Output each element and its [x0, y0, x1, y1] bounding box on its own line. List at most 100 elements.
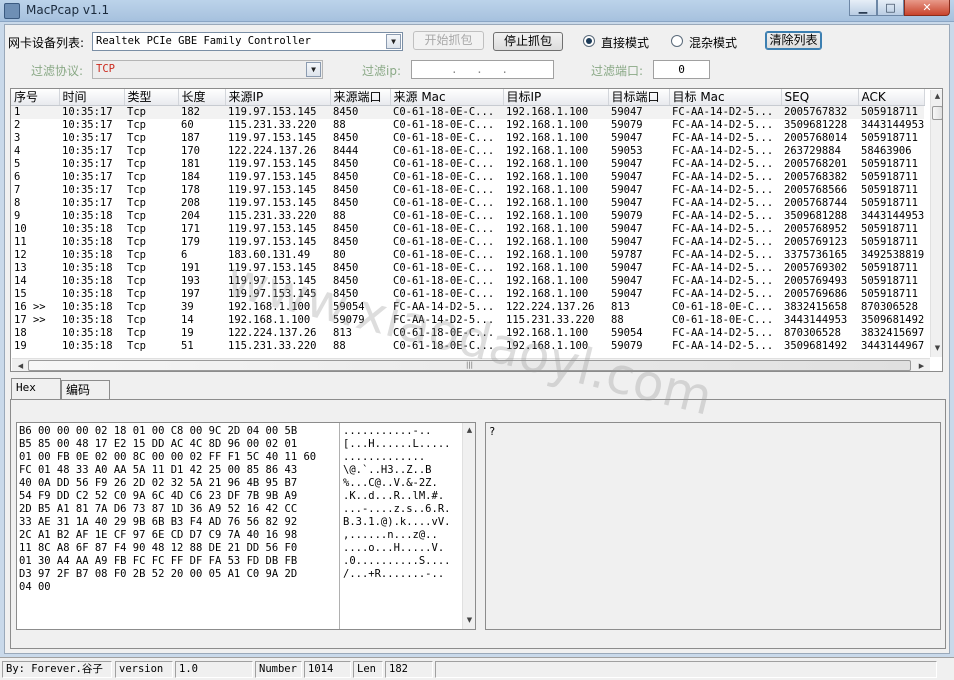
table-row[interactable]: 1 10:35:17 Tcp 182 119.97.153.145 8450 C0-61-1…	[11, 105, 925, 119]
nic-select[interactable]: Realtek PCIe GBE Family Controller ▼	[92, 32, 403, 51]
filter-port-input[interactable]: 0	[653, 60, 710, 79]
direct-mode-label[interactable]: 直接模式	[601, 34, 649, 51]
table-cell: Tcp	[127, 183, 146, 196]
table-cell: 3443144967	[861, 339, 925, 352]
detail-view[interactable]: ?	[485, 422, 941, 630]
column-header[interactable]: 序号	[11, 89, 60, 106]
window-title: MacPcap v1.1	[26, 3, 110, 17]
table-row[interactable]: 12 10:35:18 Tcp 6 183.60.131.49 80 C0-61-18-0E…	[11, 249, 924, 262]
nic-label: 网卡设备列表:	[8, 36, 85, 50]
scroll-up-icon[interactable]: ▲	[931, 92, 942, 100]
table-cell: 115.231.33.220	[228, 209, 317, 222]
table-cell: 88	[611, 313, 624, 326]
chevron-down-icon[interactable]: ▼	[386, 34, 401, 49]
table-cell: 5	[14, 157, 21, 170]
table-cell: 192.168.1.100	[506, 196, 589, 209]
column-header[interactable]: 目标端口	[608, 89, 670, 106]
table-cell: 10:35:18	[62, 248, 113, 261]
chevron-down-icon[interactable]: ▼	[306, 62, 321, 77]
table-row[interactable]: 13 10:35:18 Tcp 191 119.97.153.145 8450 C0-61-…	[11, 262, 924, 275]
table-cell: C0-61-18-0E-C...	[393, 287, 495, 300]
table-row[interactable]: 18 10:35:18 Tcp 19 122.224.137.26 813 C0-61-18…	[11, 327, 924, 340]
table-cell: 10	[14, 222, 27, 235]
scroll-right-icon[interactable]: ▶	[915, 362, 928, 370]
vertical-scrollbar[interactable]: ▲ ▼	[930, 90, 942, 357]
table-cell: FC-AA-14-D2-5...	[672, 144, 774, 157]
horizontal-scrollbar[interactable]: ◀ ||| ▶	[12, 358, 930, 371]
table-row[interactable]: 14 10:35:18 Tcp 193 119.97.153.145 8450 C0-61-…	[11, 275, 924, 288]
table-cell: 192.168.1.100	[506, 222, 589, 235]
table-cell: 8450	[333, 157, 359, 170]
stop-capture-button[interactable]: 停止抓包	[493, 32, 563, 51]
table-cell: FC-AA-14-D2-5...	[672, 118, 774, 131]
table-row[interactable]: 4 10:35:17 Tcp 170 122.224.137.26 8444 C0-61-1…	[11, 145, 924, 158]
table-row[interactable]: 11 10:35:18 Tcp 179 119.97.153.145 8450 C0-61-…	[11, 236, 924, 249]
column-header[interactable]: 长度	[178, 89, 226, 106]
scroll-left-icon[interactable]: ◀	[14, 362, 27, 370]
hex-view[interactable]: B6 00 00 00 02 18 01 00 C8 00 9C 2D 04 0…	[16, 422, 476, 630]
table-cell: 8450	[333, 235, 359, 248]
table-cell: 8	[14, 196, 21, 209]
table-cell: 119.97.153.145	[225, 105, 330, 119]
table-row[interactable]: 15 10:35:18 Tcp 197 119.97.153.145 8450 C0-61-…	[11, 288, 924, 301]
table-row[interactable]: 7 10:35:17 Tcp 178 119.97.153.145 8450 C0-61-1…	[11, 184, 924, 197]
column-header[interactable]: 类型	[124, 89, 179, 106]
column-header[interactable]: 目标IP	[503, 89, 609, 106]
table-cell: 870306528	[784, 326, 841, 339]
close-button[interactable]: ✕	[904, 0, 950, 16]
table-cell: 3	[14, 131, 21, 144]
scroll-down-icon[interactable]: ▼	[463, 616, 475, 624]
table-row[interactable]: 10 10:35:18 Tcp 171 119.97.153.145 8450 C0-61-…	[11, 223, 924, 236]
column-header[interactable]: 时间	[59, 89, 125, 106]
table-cell: C0-61-18-0E-C...	[393, 222, 495, 235]
start-capture-button[interactable]: 开始抓包	[413, 31, 484, 50]
column-header[interactable]: 目标 Mac	[669, 89, 782, 106]
promisc-mode-label[interactable]: 混杂模式	[689, 34, 737, 51]
table-cell: Tcp	[124, 105, 178, 119]
filter-protocol-select[interactable]: TCP ▼	[92, 60, 323, 79]
table-cell: 192.168.1.100	[506, 235, 589, 248]
table-cell: FC-AA-14-D2-5...	[672, 326, 774, 339]
clear-list-button[interactable]: 清除列表	[765, 31, 822, 50]
table-cell: 12	[14, 248, 27, 261]
minimize-button[interactable]: ▁	[849, 0, 877, 16]
table-row[interactable]: 16 >> 10:35:18 Tcp 39 192.168.1.100 59054 FC-A…	[11, 301, 924, 314]
table-cell: 59047	[611, 222, 643, 235]
table-cell: C0-61-18-0E-C...	[393, 170, 495, 183]
horizontal-scroll-thumb[interactable]: |||	[28, 360, 911, 371]
packet-list[interactable]: 序号 时间 类型 长度 来源IP 来源端口 来源 Mac 目标IP 目标端口 目标 Mac SEQ A…	[10, 88, 943, 372]
column-header[interactable]: 来源端口	[330, 89, 391, 106]
table-row[interactable]: 5 10:35:17 Tcp 181 119.97.153.145 8450 C0-61-1…	[11, 158, 924, 171]
table-row[interactable]: 3 10:35:17 Tcp 187 119.97.153.145 8450 C0-61-1…	[11, 132, 924, 145]
maximize-button[interactable]: □	[877, 0, 904, 16]
hex-scrollbar[interactable]: ▲ ▼	[462, 423, 475, 629]
table-cell: 505918711	[861, 131, 918, 144]
table-cell: 10:35:18	[62, 300, 113, 313]
promisc-mode-radio[interactable]	[671, 35, 683, 47]
table-row[interactable]: 19 10:35:18 Tcp 51 115.231.33.220 88 C0-61-18-…	[11, 340, 924, 353]
table-cell: 59047	[608, 105, 669, 119]
scroll-up-icon[interactable]: ▲	[463, 426, 475, 434]
column-header[interactable]: 来源IP	[225, 89, 331, 106]
table-row[interactable]: 6 10:35:17 Tcp 184 119.97.153.145 8450 C0-61-1…	[11, 171, 924, 184]
table-cell: 115.231.33.220	[228, 339, 317, 352]
filter-ip-input[interactable]: . . .	[411, 60, 554, 79]
tab-hex[interactable]: Hex	[11, 378, 61, 400]
table-row[interactable]: 17 >> 10:35:18 Tcp 14 192.168.1.100 59079 FC-A…	[11, 314, 924, 327]
vertical-scroll-thumb[interactable]	[932, 106, 942, 120]
column-header[interactable]: 来源 Mac	[390, 89, 504, 106]
table-cell: 14	[181, 313, 194, 326]
table-cell: 2005768744	[784, 196, 848, 209]
scroll-down-icon[interactable]: ▼	[931, 344, 942, 352]
status-empty-pane	[435, 661, 937, 678]
column-header[interactable]: ACK	[858, 89, 925, 106]
table-cell: 3509681492	[784, 339, 848, 352]
packet-table: 序号 时间 类型 长度 来源IP 来源端口 来源 Mac 目标IP 目标端口 目标 Mac SEQ A…	[11, 89, 925, 353]
table-cell: 8450	[333, 131, 359, 144]
table-row[interactable]: 9 10:35:18 Tcp 204 115.231.33.220 88 C0-61-18-…	[11, 210, 924, 223]
table-row[interactable]: 8 10:35:17 Tcp 208 119.97.153.145 8450 C0-61-1…	[11, 197, 924, 210]
column-header[interactable]: SEQ	[781, 89, 859, 106]
tab-decode[interactable]: 编码	[61, 380, 110, 400]
direct-mode-radio[interactable]	[583, 35, 595, 47]
table-row[interactable]: 2 10:35:17 Tcp 60 115.231.33.220 88 C0-61-18-0…	[11, 119, 924, 132]
